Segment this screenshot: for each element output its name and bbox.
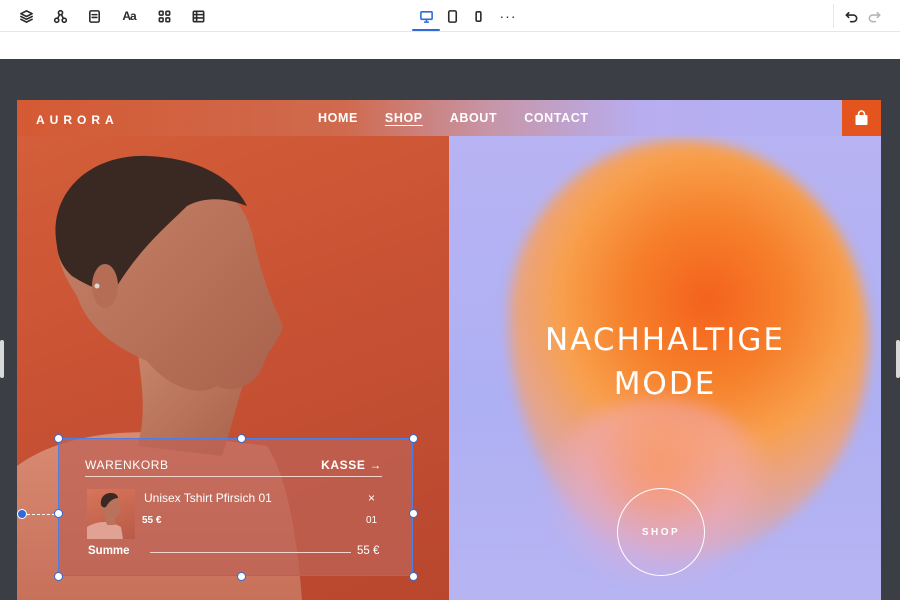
cart-header: WARENKORB KASSE → bbox=[85, 455, 382, 477]
typography-glyph: Aa bbox=[122, 9, 136, 23]
undo-icon[interactable] bbox=[841, 6, 861, 26]
resize-handle-middle-left[interactable] bbox=[54, 509, 63, 518]
sum-divider bbox=[150, 552, 351, 553]
resize-handle-middle-right[interactable] bbox=[409, 509, 418, 518]
nav-item-home[interactable]: HOME bbox=[318, 111, 358, 125]
nav-item-shop[interactable]: SHOP bbox=[385, 111, 423, 125]
checkout-link[interactable]: KASSE → bbox=[321, 458, 382, 472]
desktop-icon[interactable] bbox=[412, 6, 440, 31]
mobile-icon[interactable] bbox=[468, 6, 488, 26]
cart-item-name: Unisex Tshirt Pfirsich 01 bbox=[144, 491, 272, 505]
site-header: AURORA HOME SHOP ABOUT CONTACT bbox=[17, 100, 881, 136]
typography-icon[interactable]: Aa bbox=[119, 6, 139, 26]
resize-handle-bottom-center[interactable] bbox=[237, 572, 246, 581]
hero-line-1: NACHHALTIGE bbox=[544, 322, 785, 358]
right-resize-handle[interactable] bbox=[896, 340, 900, 378]
cart-item-price: 55 € bbox=[142, 515, 162, 526]
nav-item-about[interactable]: ABOUT bbox=[450, 111, 497, 125]
remove-item-icon[interactable]: × bbox=[368, 491, 375, 505]
sum-label: Summe bbox=[88, 545, 130, 557]
main-nav: HOME SHOP ABOUT CONTACT bbox=[318, 111, 589, 125]
cart-button[interactable] bbox=[842, 100, 881, 136]
anchor-connector bbox=[27, 514, 55, 515]
cart-item-quantity[interactable]: 01 bbox=[366, 515, 377, 526]
product-thumbnail bbox=[87, 489, 135, 539]
shop-button-label: SHOP bbox=[641, 526, 681, 538]
sum-value: 55 € bbox=[357, 545, 380, 557]
resize-handle-top-center[interactable] bbox=[237, 434, 246, 443]
toolbar-divider bbox=[833, 4, 834, 28]
cart-title: WARENKORB bbox=[85, 458, 169, 472]
layers-icon[interactable] bbox=[16, 6, 36, 26]
cart-widget[interactable]: WARENKORB KASSE → Unisex Tshirt Pfirsich… bbox=[58, 438, 413, 576]
more-options-icon[interactable]: ··· bbox=[498, 6, 518, 26]
shopping-bag-icon bbox=[855, 110, 868, 125]
tablet-icon[interactable] bbox=[442, 6, 462, 26]
editor-toolbar: Aa ··· bbox=[0, 0, 900, 32]
redo-icon[interactable] bbox=[864, 6, 884, 26]
brand-logo[interactable]: AURORA bbox=[36, 113, 119, 127]
left-resize-handle[interactable] bbox=[0, 340, 4, 378]
anchor-point[interactable] bbox=[17, 509, 27, 519]
components-icon[interactable] bbox=[50, 6, 70, 26]
resize-handle-top-left[interactable] bbox=[54, 434, 63, 443]
table-icon[interactable] bbox=[188, 6, 208, 26]
shop-button[interactable]: SHOP bbox=[617, 488, 705, 576]
resize-handle-bottom-right[interactable] bbox=[409, 572, 418, 581]
hero-line-2: MODE bbox=[613, 366, 717, 402]
resize-handle-top-right[interactable] bbox=[409, 434, 418, 443]
more-label: ··· bbox=[499, 8, 517, 24]
pages-icon[interactable] bbox=[84, 6, 104, 26]
nav-item-contact[interactable]: CONTACT bbox=[524, 111, 588, 125]
hero-headline: NACHHALTIGE MODE bbox=[449, 318, 881, 406]
apps-grid-icon[interactable] bbox=[154, 6, 174, 26]
resize-handle-bottom-left[interactable] bbox=[54, 572, 63, 581]
